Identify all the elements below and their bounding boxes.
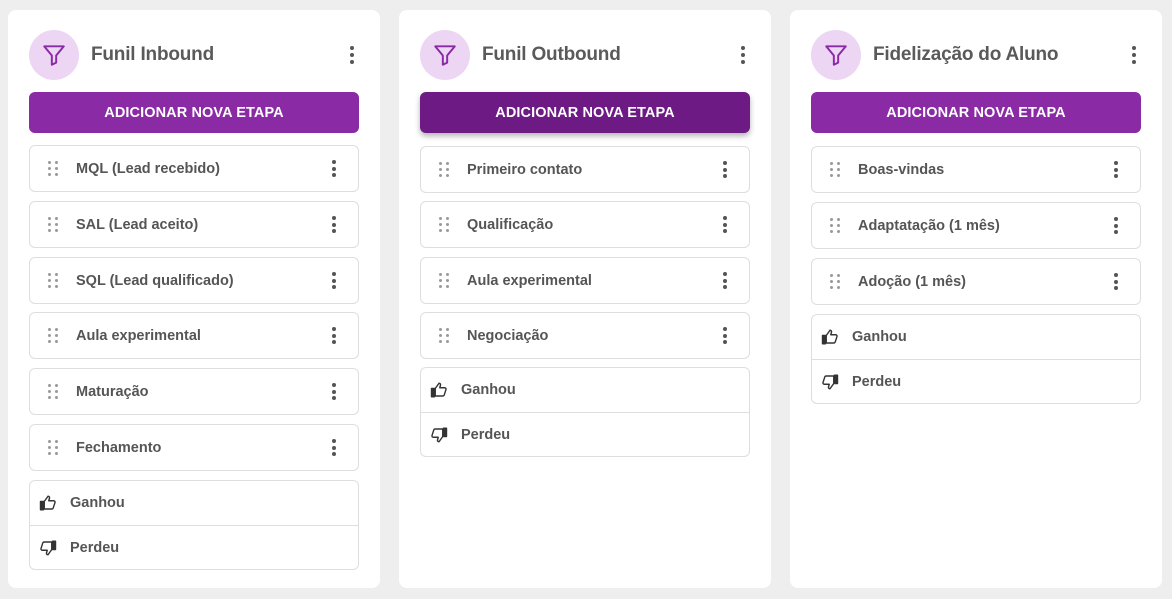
funnel-card-fidelizacao: Fidelização do Aluno ADICIONAR NOVA ETAP… <box>790 10 1162 588</box>
result-box: Ganhou Perdeu <box>420 367 750 457</box>
stage-label: MQL (Lead recebido) <box>76 160 220 177</box>
stage-label: Adaptatação (1 mês) <box>858 217 1000 234</box>
stage-menu-icon[interactable] <box>322 436 346 460</box>
stage-menu-icon[interactable] <box>713 269 737 293</box>
stage-item[interactable]: Maturação <box>29 368 359 415</box>
card-header: Funil Outbound <box>420 30 755 80</box>
won-row[interactable]: Ganhou <box>30 481 358 525</box>
lost-label: Perdeu <box>461 426 511 443</box>
card-header: Funil Inbound <box>29 30 364 80</box>
drag-handle-icon[interactable] <box>48 273 58 289</box>
stage-label: Maturação <box>76 383 149 400</box>
thumbs-up-icon <box>821 328 840 347</box>
thumbs-down-icon <box>39 538 58 557</box>
card-title: Fidelização do Aluno <box>873 44 1059 65</box>
stage-menu-icon[interactable] <box>322 157 346 181</box>
won-label: Ganhou <box>852 329 907 345</box>
stage-menu-icon[interactable] <box>713 158 737 182</box>
stage-menu-icon[interactable] <box>1104 270 1128 294</box>
drag-handle-icon[interactable] <box>48 384 58 400</box>
stage-item[interactable]: SAL (Lead aceito) <box>29 201 359 248</box>
drag-handle-icon[interactable] <box>48 161 58 177</box>
won-row[interactable]: Ganhou <box>421 368 749 412</box>
stage-item[interactable]: Boas-vindas <box>811 146 1141 193</box>
add-stage-button[interactable]: ADICIONAR NOVA ETAPA <box>811 92 1141 133</box>
stage-item[interactable]: Qualificação <box>420 201 750 248</box>
drag-handle-icon[interactable] <box>439 162 449 178</box>
thumbs-up-icon <box>39 494 58 513</box>
stage-label: Fechamento <box>76 439 162 456</box>
stage-menu-icon[interactable] <box>322 269 346 293</box>
stage-menu-icon[interactable] <box>713 324 737 348</box>
drag-handle-icon[interactable] <box>439 273 449 289</box>
funnel-card-outbound: Funil Outbound ADICIONAR NOVA ETAPA Prim… <box>399 10 771 588</box>
stage-label: Aula experimental <box>76 327 201 344</box>
lost-row[interactable]: Perdeu <box>812 359 1140 403</box>
drag-handle-icon[interactable] <box>830 274 840 290</box>
add-stage-button[interactable]: ADICIONAR NOVA ETAPA <box>29 92 359 133</box>
stage-label: SQL (Lead qualificado) <box>76 272 234 289</box>
stage-item[interactable]: Primeiro contato <box>420 146 750 193</box>
stage-menu-icon[interactable] <box>1104 158 1128 182</box>
stage-item[interactable]: Negociação <box>420 312 750 359</box>
card-title: Funil Inbound <box>91 44 214 65</box>
won-label: Ganhou <box>70 495 125 511</box>
stage-label: SAL (Lead aceito) <box>76 216 199 233</box>
stage-label: Qualificação <box>467 216 554 233</box>
lost-row[interactable]: Perdeu <box>421 412 749 456</box>
drag-handle-icon[interactable] <box>48 328 58 344</box>
stage-label: Primeiro contato <box>467 161 583 178</box>
stage-menu-icon[interactable] <box>322 380 346 404</box>
result-box: Ganhou Perdeu <box>811 314 1141 404</box>
stage-item[interactable]: SQL (Lead qualificado) <box>29 257 359 304</box>
drag-handle-icon[interactable] <box>830 218 840 234</box>
won-label: Ganhou <box>461 382 516 398</box>
stage-item[interactable]: MQL (Lead recebido) <box>29 145 359 192</box>
funnel-icon <box>811 30 861 80</box>
drag-handle-icon[interactable] <box>439 217 449 233</box>
card-menu-icon[interactable] <box>1122 43 1146 67</box>
card-title: Funil Outbound <box>482 44 621 65</box>
stage-item[interactable]: Aula experimental <box>29 312 359 359</box>
add-stage-button[interactable]: ADICIONAR NOVA ETAPA <box>420 92 750 133</box>
stage-label: Boas-vindas <box>858 161 945 178</box>
drag-handle-icon[interactable] <box>439 328 449 344</box>
lost-label: Perdeu <box>852 373 902 390</box>
stage-menu-icon[interactable] <box>322 324 346 348</box>
card-menu-icon[interactable] <box>340 43 364 67</box>
card-header: Fidelização do Aluno <box>811 30 1146 80</box>
lost-label: Perdeu <box>70 539 120 556</box>
stage-menu-icon[interactable] <box>1104 214 1128 238</box>
result-box: Ganhou Perdeu <box>29 480 359 570</box>
stage-item[interactable]: Adaptatação (1 mês) <box>811 202 1141 249</box>
funnel-icon <box>29 30 79 80</box>
stage-item[interactable]: Fechamento <box>29 424 359 471</box>
thumbs-down-icon <box>430 425 449 444</box>
stage-label: Aula experimental <box>467 272 592 289</box>
stage-item[interactable]: Adoção (1 mês) <box>811 258 1141 305</box>
funnel-card-inbound: Funil Inbound ADICIONAR NOVA ETAPA MQL (… <box>8 10 380 588</box>
card-menu-icon[interactable] <box>731 43 755 67</box>
stage-label: Adoção (1 mês) <box>858 273 966 290</box>
stage-label: Negociação <box>467 327 549 344</box>
stage-menu-icon[interactable] <box>713 213 737 237</box>
drag-handle-icon[interactable] <box>830 162 840 178</box>
stage-menu-icon[interactable] <box>322 213 346 237</box>
funnel-icon <box>420 30 470 80</box>
thumbs-down-icon <box>821 372 840 391</box>
drag-handle-icon[interactable] <box>48 440 58 456</box>
won-row[interactable]: Ganhou <box>812 315 1140 359</box>
stage-item[interactable]: Aula experimental <box>420 257 750 304</box>
thumbs-up-icon <box>430 381 449 400</box>
lost-row[interactable]: Perdeu <box>30 525 358 569</box>
drag-handle-icon[interactable] <box>48 217 58 233</box>
